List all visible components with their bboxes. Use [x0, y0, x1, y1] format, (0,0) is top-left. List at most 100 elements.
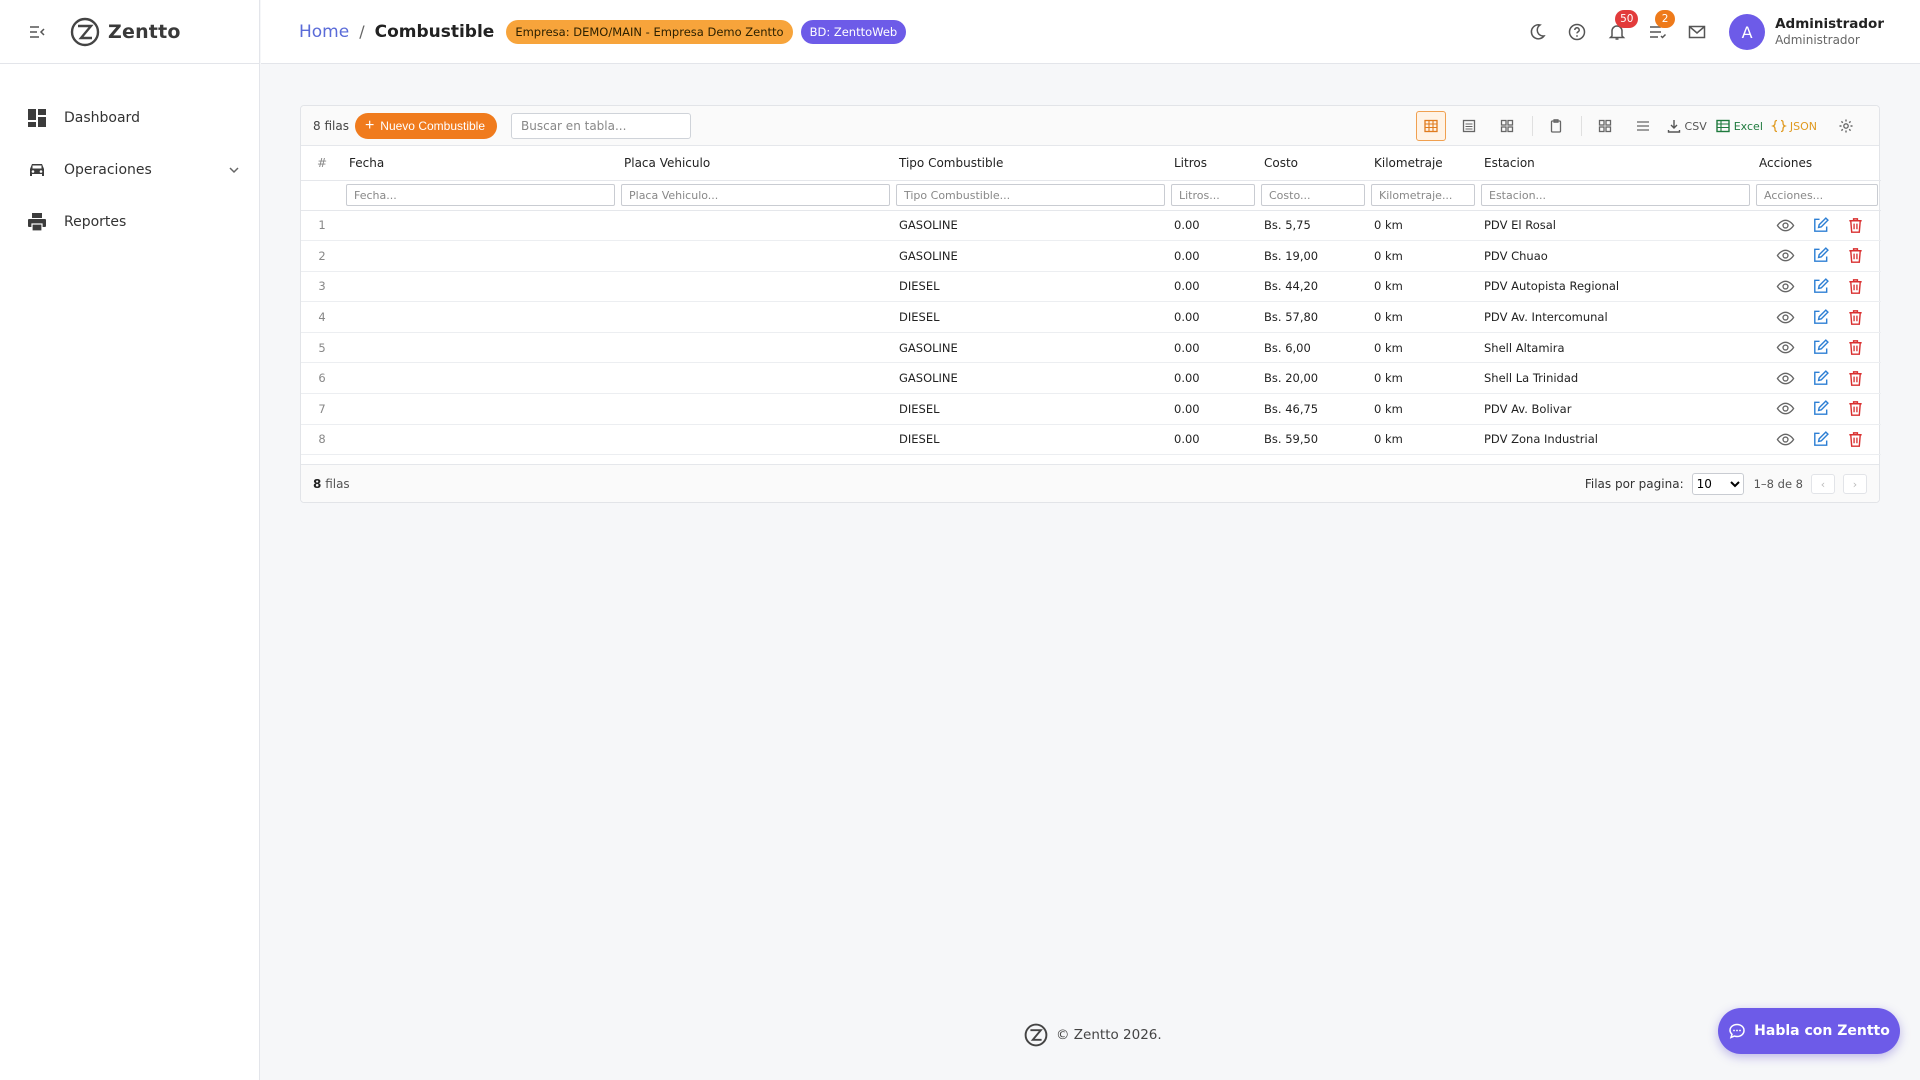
filter-cell: [1168, 180, 1258, 211]
filter-kilometraje-input[interactable]: [1371, 184, 1475, 207]
column-header-estacion[interactable]: Estacion: [1478, 146, 1753, 181]
topbar: Home / Combustible Empresa: DEMO/MAIN - …: [261, 0, 1920, 64]
filter-cell-empty: [301, 180, 343, 211]
cell-num: 1: [301, 210, 343, 242]
prev-page-button[interactable]: ‹: [1811, 474, 1835, 494]
filter-cell: [343, 180, 618, 211]
view-eye-icon[interactable]: [1776, 216, 1795, 235]
table-row[interactable]: 1 GASOLINE 0.00 Bs. 5,75 0 km PDV El Rosal: [301, 210, 1881, 242]
filter-tipo-input[interactable]: [896, 184, 1165, 207]
column-header-number[interactable]: #: [301, 146, 343, 181]
table-row[interactable]: 7 DIESEL 0.00 Bs. 46,75 0 km PDV Av. Bolivar: [301, 393, 1881, 425]
view-eye-icon[interactable]: [1776, 308, 1795, 327]
cell-acciones: [1753, 271, 1881, 303]
delete-trash-icon[interactable]: [1846, 246, 1865, 265]
table-search-input[interactable]: [511, 112, 692, 139]
breadcrumb-home-link[interactable]: Home: [299, 22, 349, 42]
filter-acciones-input[interactable]: [1756, 184, 1878, 207]
rows-per-page-select[interactable]: 10: [1691, 473, 1744, 495]
edit-pencil-icon[interactable]: [1811, 277, 1830, 296]
avatar[interactable]: A: [1729, 14, 1766, 50]
delete-trash-icon[interactable]: [1846, 277, 1865, 296]
column-header-acciones[interactable]: Acciones: [1753, 146, 1881, 181]
tasks-list-icon[interactable]: 2: [1647, 10, 1676, 42]
notifications-bell-icon[interactable]: 50: [1607, 10, 1639, 42]
cell-fecha: [343, 240, 618, 272]
list-view-button[interactable]: [1454, 111, 1484, 141]
user-info[interactable]: Administrador Administrador: [1775, 16, 1884, 48]
mail-icon[interactable]: [1687, 22, 1707, 42]
export-excel-button[interactable]: Excel: [1715, 111, 1763, 141]
edit-pencil-icon[interactable]: [1811, 369, 1830, 388]
column-header-kilometraje[interactable]: Kilometraje: [1368, 146, 1478, 181]
table-row[interactable]: 8 DIESEL 0.00 Bs. 59,50 0 km PDV Zona Industr…: [301, 424, 1881, 456]
cell-placa: [618, 362, 893, 395]
chat-with-zentto-button[interactable]: Habla con Zentto: [1718, 1008, 1900, 1054]
export-json-button[interactable]: JSON: [1770, 111, 1817, 141]
table-row[interactable]: 4 DIESEL 0.00 Bs. 57,80 0 km PDV Av. Intercom…: [301, 301, 1881, 333]
view-eye-icon[interactable]: [1776, 430, 1795, 449]
filter-costo-input[interactable]: [1261, 184, 1365, 207]
delete-trash-icon[interactable]: [1846, 399, 1865, 418]
printer-icon: [28, 213, 46, 232]
chevron-down-icon[interactable]: [227, 163, 241, 177]
grid-settings-button[interactable]: [1831, 111, 1861, 141]
delete-trash-icon[interactable]: [1846, 216, 1865, 235]
sidebar-item-operaciones[interactable]: Operaciones: [0, 144, 259, 196]
next-page-button[interactable]: ›: [1843, 474, 1867, 494]
table-row[interactable]: 2 GASOLINE 0.00 Bs. 19,00 0 km PDV Chuao: [301, 240, 1881, 272]
sidebar-item-reportes[interactable]: Reportes: [0, 196, 259, 248]
edit-pencil-icon[interactable]: [1811, 216, 1830, 235]
gear-icon: [1839, 119, 1853, 133]
filter-litros-input[interactable]: [1171, 184, 1255, 207]
json-braces-icon: [1770, 119, 1787, 133]
menu-collapse-icon[interactable]: [26, 21, 48, 43]
edit-pencil-icon[interactable]: [1811, 246, 1830, 265]
grouping-button[interactable]: [1590, 111, 1620, 141]
column-header-costo[interactable]: Costo: [1258, 146, 1368, 181]
table-row[interactable]: 3 DIESEL 0.00 Bs. 44,20 0 km PDV Autopista Re…: [301, 271, 1881, 303]
cell-fecha: [343, 301, 618, 333]
filter-placa-input[interactable]: [621, 184, 890, 207]
table-row[interactable]: 6 GASOLINE 0.00 Bs. 20,00 0 km Shell La Trini…: [301, 362, 1881, 395]
filter-estacion-input[interactable]: [1481, 184, 1750, 207]
table-view-button[interactable]: [1415, 111, 1446, 141]
clipboard-button[interactable]: [1541, 111, 1571, 141]
database-chip[interactable]: BD: ZenttoWeb: [800, 19, 907, 44]
brand[interactable]: Zentto: [70, 17, 181, 47]
dark-mode-icon[interactable]: [1527, 22, 1547, 42]
filter-fecha-input[interactable]: [346, 184, 615, 207]
delete-trash-icon[interactable]: [1846, 308, 1865, 327]
view-eye-icon[interactable]: [1776, 338, 1795, 357]
card-view-button[interactable]: [1492, 111, 1522, 141]
cell-tipo: GASOLINE: [893, 210, 1168, 242]
view-eye-icon[interactable]: [1776, 277, 1795, 296]
column-header-tipo[interactable]: Tipo Combustible: [893, 146, 1168, 181]
export-csv-button[interactable]: CSV: [1666, 111, 1707, 141]
sidebar-item-dashboard[interactable]: Dashboard: [0, 92, 259, 144]
delete-trash-icon[interactable]: [1846, 338, 1865, 357]
cell-km: 0 km: [1368, 332, 1478, 364]
help-icon[interactable]: [1567, 22, 1587, 42]
grid-toolbar: 8 filas + Nuevo Combustible Buscar en ta…: [301, 106, 1879, 146]
company-chip[interactable]: Empresa: DEMO/MAIN - Empresa Demo Zentto: [506, 19, 793, 44]
edit-pencil-icon[interactable]: [1811, 308, 1830, 327]
delete-trash-icon[interactable]: [1846, 369, 1865, 388]
column-header-litros[interactable]: Litros: [1168, 146, 1258, 181]
edit-pencil-icon[interactable]: [1811, 399, 1830, 418]
column-header-placa[interactable]: Placa Vehiculo: [618, 146, 893, 181]
new-fuel-button[interactable]: + Nuevo Combustible: [354, 112, 498, 139]
cell-km: 0 km: [1368, 271, 1478, 303]
delete-trash-icon[interactable]: [1846, 430, 1865, 449]
edit-pencil-icon[interactable]: [1811, 338, 1830, 357]
density-button[interactable]: [1628, 111, 1658, 141]
view-eye-icon[interactable]: [1776, 246, 1795, 265]
cell-litros: 0.00: [1168, 393, 1258, 425]
cell-acciones: [1753, 210, 1881, 242]
column-header-fecha[interactable]: Fecha: [343, 146, 618, 181]
table-row[interactable]: 5 GASOLINE 0.00 Bs. 6,00 0 km Shell Altamira: [301, 332, 1881, 364]
view-eye-icon[interactable]: [1776, 369, 1795, 388]
fuel-table: # Fecha Placa Vehiculo Tipo Combustible …: [301, 146, 1881, 456]
edit-pencil-icon[interactable]: [1811, 430, 1830, 449]
view-eye-icon[interactable]: [1776, 399, 1795, 418]
